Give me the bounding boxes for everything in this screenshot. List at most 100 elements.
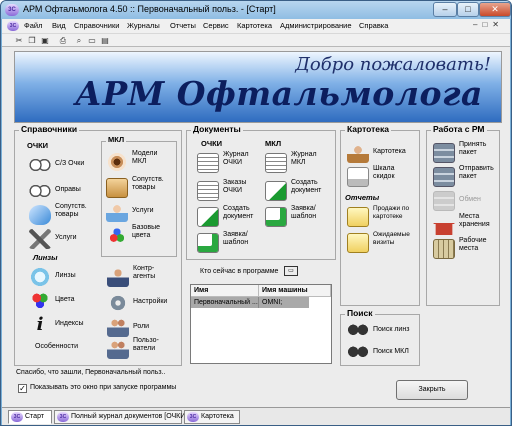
mkl-request-item[interactable]: Заявка/ шаблон (265, 205, 329, 229)
reports-subheading: Отчеты (345, 193, 380, 202)
tab-full-journal[interactable]: 3C Полный журнал документов [ОЧКИ] (54, 410, 187, 424)
mkl-request-label: Заявка/ шаблон (291, 205, 317, 220)
workplaces-label: Рабочие места (459, 237, 487, 252)
close-button[interactable]: Закрыть (396, 380, 468, 400)
workplaces-item[interactable]: Рабочие места (433, 237, 499, 261)
tab-kartoteka[interactable]: 3C Картотека (184, 410, 240, 424)
table-cell-user[interactable]: Первоначальный ... (191, 297, 259, 308)
show-on-start-label[interactable]: Показывать это окно при запуске программ… (30, 384, 176, 391)
mdi-window-controls[interactable]: –□✕ (473, 20, 504, 29)
documents-group: Документы ОЧКИ МКЛ Журнал ОЧКИ Заказы ОЧ… (186, 124, 336, 260)
copy-icon[interactable]: ❐ (27, 36, 37, 46)
mkl-add-document-icon (265, 181, 287, 201)
menu-journals[interactable]: Журналы (127, 21, 160, 30)
mkl-create-doc-item[interactable]: Создать документ (265, 179, 329, 203)
column-header-name[interactable]: Имя (191, 285, 259, 297)
close-window-button[interactable]: ✕ (479, 2, 511, 17)
kartoteka-item[interactable]: Картотека (347, 141, 417, 165)
sz-glasses-item[interactable]: С/З Очки (29, 153, 99, 177)
menu-reports[interactable]: Отчеты (170, 21, 196, 30)
search-mkl-item[interactable]: Поиск МКЛ (347, 343, 419, 363)
menu-file[interactable]: Файл (24, 21, 42, 30)
tab-app-icon: 3C (187, 412, 199, 422)
online-users-panel: Кто сейчас в программе ▭ Имя Имя машины … (186, 264, 336, 364)
glasses-accessories-item[interactable]: Сопутств. товары (29, 203, 99, 227)
counterparties-item[interactable]: Контр- агенты (107, 265, 177, 289)
counterparties-label: Контр- агенты (133, 265, 156, 280)
menu-kartoteka[interactable]: Картотека (237, 21, 272, 30)
discount-scale-item[interactable]: Шкала скидок (347, 165, 417, 189)
mkl-request-template-icon (265, 207, 287, 227)
online-users-table[interactable]: Имя Имя машины Первоначальный ... OMNI; (190, 284, 332, 364)
sales-report-icon (347, 207, 369, 227)
glasses-journal-item[interactable]: Журнал ОЧКИ (197, 151, 261, 175)
tools-icon (29, 229, 51, 249)
send-package-label: Отправить пакет (459, 165, 494, 180)
print-icon[interactable]: ⎙ (58, 36, 68, 46)
sz-glasses-label: С/З Очки (55, 160, 85, 167)
base-colors-label: Базовые цвета (132, 224, 161, 239)
eye-drops-icon (29, 205, 51, 225)
card-index-icon (347, 143, 369, 163)
properties-icon[interactable]: ▤ (100, 36, 110, 46)
mkl-accessories-item[interactable]: Сопутств. товары (106, 176, 174, 200)
mkl-journal-item[interactable]: Журнал МКЛ (265, 151, 329, 175)
main-window: 3C АРМ Офтальмолога 4.50 :: Первоначальн… (0, 0, 512, 426)
table-cell-machine[interactable]: OMNI; (259, 297, 309, 308)
indexes-label: Индексы (55, 320, 84, 327)
tab-app-icon: 3C (57, 412, 69, 422)
colors-item[interactable]: Цвета (29, 289, 99, 313)
menu-service[interactable]: Сервис (203, 21, 229, 30)
roles-icon (107, 317, 129, 337)
mdi-child-icon[interactable]: 3C (7, 21, 19, 31)
expected-visits-item[interactable]: Ожидаемые визиты (347, 231, 417, 255)
box-icon (106, 178, 128, 198)
menu-help[interactable]: Справка (359, 21, 388, 30)
maximize-button[interactable]: □ (457, 2, 479, 17)
refresh-icon[interactable]: ▭ (284, 266, 298, 276)
menu-administration[interactable]: Администрирование (280, 21, 352, 30)
find-icon[interactable]: ⌕ (74, 36, 84, 46)
glasses-create-doc-item[interactable]: Создать документ (197, 205, 261, 229)
search-lenses-item[interactable]: Поиск линз (347, 321, 419, 341)
lenses-subheading: Линзы (33, 253, 58, 262)
storage-places-item[interactable]: Места хранения (433, 213, 499, 237)
expected-visits-icon (347, 233, 369, 253)
app-logo-icon: 3C (5, 4, 19, 16)
roles-item[interactable]: Роли (107, 315, 177, 339)
rgb-colors-icon (29, 291, 51, 311)
tab-start[interactable]: 3C Старт (8, 410, 52, 424)
frames-item[interactable]: Оправы (29, 179, 99, 203)
lenses-item[interactable]: Линзы (29, 265, 99, 289)
window-icon[interactable]: ▭ (87, 36, 97, 46)
minimize-button[interactable]: – (433, 2, 457, 17)
add-document-icon (197, 207, 219, 227)
paste-icon[interactable]: ▣ (40, 36, 50, 46)
sales-by-card-label: Продажи по картотеке (373, 205, 410, 220)
base-colors-item[interactable]: Базовые цвета (106, 224, 174, 248)
mkl-models-item[interactable]: Модели МКЛ (106, 150, 174, 174)
show-on-start-checkbox[interactable]: ✓ (18, 384, 27, 393)
welcome-banner: Добро пожаловать! АРМ Офтальмолога (14, 51, 502, 123)
exchange-icon (433, 191, 455, 211)
binoculars-mkl-icon (347, 343, 369, 359)
menu-references[interactable]: Справочники (74, 21, 119, 30)
glasses-orders-item[interactable]: Заказы ОЧКИ (197, 179, 261, 203)
mkl-services-item[interactable]: Услуги (106, 200, 174, 224)
features-item[interactable]: Особенности (35, 343, 78, 351)
settings-item[interactable]: Настройки (107, 291, 177, 315)
receive-package-item[interactable]: Принять пакет (433, 141, 499, 165)
person-icon (107, 267, 129, 287)
send-package-item[interactable]: Отправить пакет (433, 165, 499, 189)
users-item[interactable]: Пользо- ватели (107, 337, 177, 361)
sales-by-card-item[interactable]: Продажи по картотеке (347, 205, 417, 229)
indexes-item[interactable]: i Индексы (29, 313, 99, 337)
cut-icon[interactable]: ✂ (14, 36, 24, 46)
glasses-create-doc-label: Создать документ (223, 205, 254, 220)
glasses-services-item[interactable]: Услуги (29, 227, 99, 251)
title-bar[interactable]: 3C АРМ Офтальмолога 4.50 :: Первоначальн… (1, 1, 511, 19)
glasses-request-item[interactable]: Заявка/ шаблон (197, 231, 261, 255)
menu-view[interactable]: Вид (52, 21, 66, 30)
column-header-machine[interactable]: Имя машины (259, 285, 331, 297)
exchange-label: Обмен (459, 196, 481, 203)
